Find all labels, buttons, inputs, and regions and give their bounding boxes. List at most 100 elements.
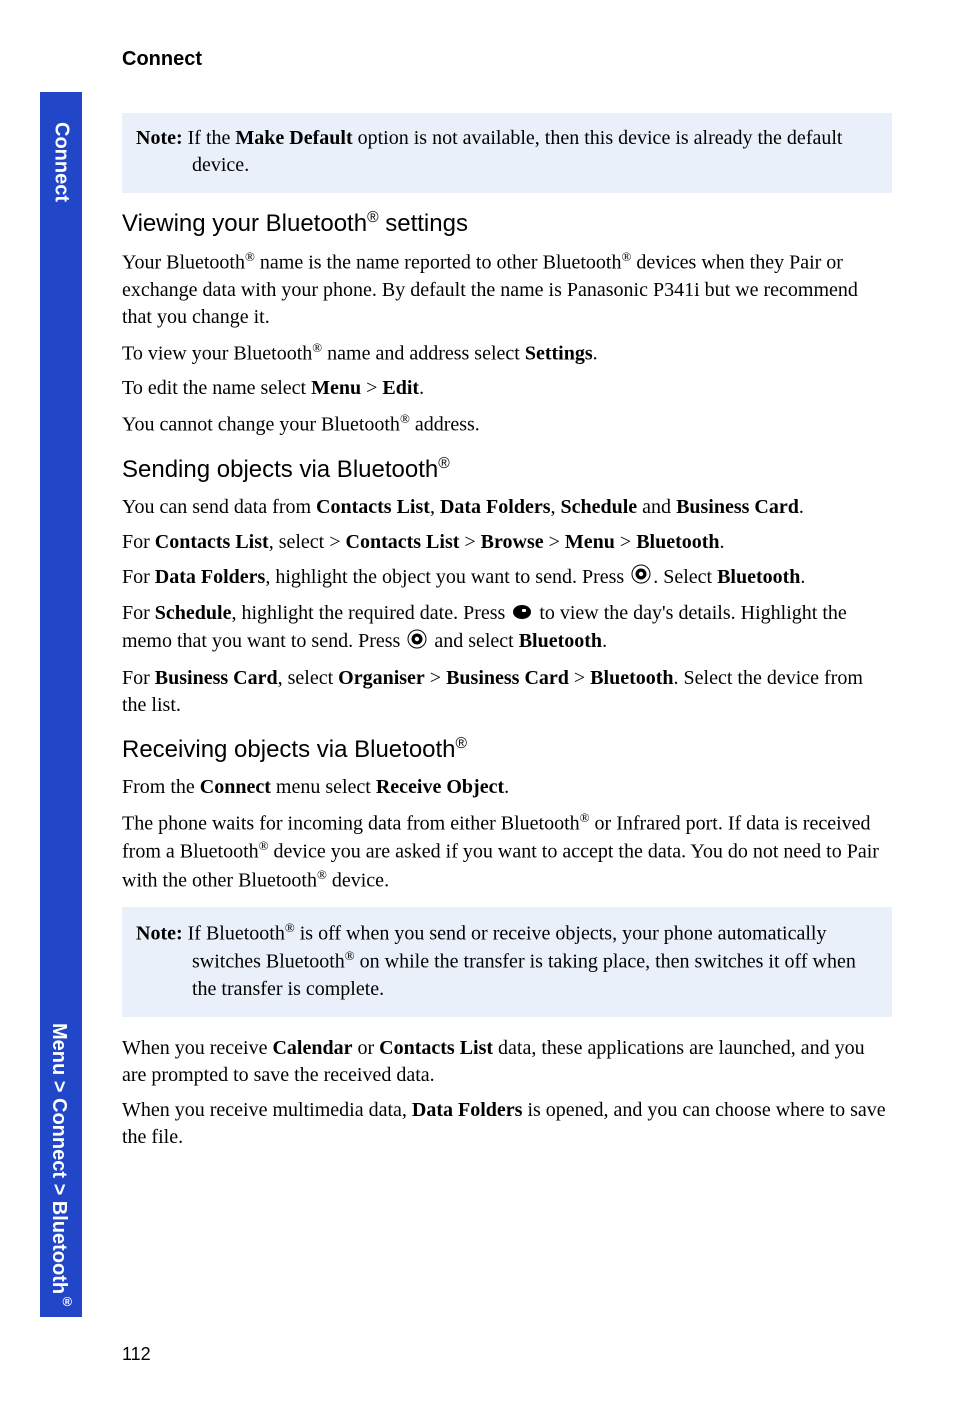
note-text: is off when you send or receive objects,… xyxy=(295,922,827,944)
text: . xyxy=(799,496,804,518)
text: device. xyxy=(327,870,389,892)
registered-mark: ® xyxy=(259,838,269,853)
bold-text: Data Folders xyxy=(155,566,266,588)
text: address. xyxy=(410,414,480,436)
text: or xyxy=(352,1037,379,1059)
heading-receiving-objects: Receiving objects via Bluetooth® xyxy=(122,735,892,764)
text: . xyxy=(720,531,725,553)
text: Your Bluetooth xyxy=(122,252,245,274)
bold-text: Menu xyxy=(311,377,361,399)
text: To edit the name select xyxy=(122,377,311,399)
heading-sending-objects: Sending objects via Bluetooth® xyxy=(122,455,892,484)
paragraph: For Business Card, select Organiser > Bu… xyxy=(122,665,892,719)
text: and select xyxy=(429,630,518,652)
text: You can send data from xyxy=(122,496,316,518)
bold-text: Receive Object xyxy=(376,776,504,798)
text: , select xyxy=(278,667,339,689)
paragraph: For Data Folders, highlight the object y… xyxy=(122,564,892,592)
note-text: device. xyxy=(136,152,878,179)
paragraph: From the Connect menu select Receive Obj… xyxy=(122,774,892,801)
text: > xyxy=(361,377,382,399)
bold-text: Contacts List xyxy=(346,531,460,553)
bold-text: Contacts List xyxy=(316,496,430,518)
text: , highlight the object you want to send.… xyxy=(265,566,629,588)
note-bluetooth-auto: Note: If Bluetooth® is off when you send… xyxy=(122,907,892,1017)
text: menu select xyxy=(271,776,376,798)
side-tab-bar: Connect Menu > Connect > Bluetooth® xyxy=(40,92,82,1317)
registered-mark: ® xyxy=(400,411,410,426)
text: You cannot change your Bluetooth xyxy=(122,414,400,436)
bold-text: Schedule xyxy=(155,602,232,624)
registered-mark: ® xyxy=(580,810,590,825)
bold-text: Bluetooth xyxy=(636,531,719,553)
bold-text: Calendar xyxy=(272,1037,352,1059)
text: name and address select xyxy=(322,342,525,364)
text: , select > xyxy=(269,531,346,553)
text: , highlight the required date. Press xyxy=(231,602,510,624)
paragraph: To view your Bluetooth® name and address… xyxy=(122,339,892,368)
heading-text: Viewing your Bluetooth xyxy=(122,210,367,237)
page-number: 112 xyxy=(122,1344,151,1365)
section-header: Connect xyxy=(122,48,892,71)
paragraph: You can send data from Contacts List, Da… xyxy=(122,494,892,521)
note-label: Note: xyxy=(136,127,183,149)
registered-mark: ® xyxy=(312,340,322,355)
registered-mark: ® xyxy=(345,948,355,963)
text: , xyxy=(430,496,440,518)
text: . xyxy=(419,377,424,399)
text: > xyxy=(569,667,590,689)
text: To view your Bluetooth xyxy=(122,342,312,364)
bold-text: Settings xyxy=(525,342,593,364)
bold-text: Contacts List xyxy=(379,1037,493,1059)
text: . xyxy=(800,566,805,588)
bold-text: Connect xyxy=(200,776,271,798)
breadcrumb-text: Menu > Connect > Bluetooth xyxy=(48,1023,70,1294)
registered-mark: ® xyxy=(438,455,450,472)
bold-text: Data Folders xyxy=(412,1099,523,1121)
text: When you receive multimedia data, xyxy=(122,1099,412,1121)
text: . xyxy=(602,630,607,652)
bold-text: Menu xyxy=(565,531,615,553)
text: For xyxy=(122,667,155,689)
text: > xyxy=(615,531,636,553)
text: > xyxy=(544,531,565,553)
heading-text: Sending objects via Bluetooth xyxy=(122,456,438,483)
text: > xyxy=(425,667,446,689)
text: , xyxy=(550,496,560,518)
nav-center-icon xyxy=(631,564,651,592)
heading-viewing-settings: Viewing your Bluetooth® settings xyxy=(122,209,892,238)
note-text: switches Bluetooth® on while the transfe… xyxy=(136,947,878,1003)
text: . xyxy=(593,342,598,364)
registered-mark: ® xyxy=(621,249,631,264)
paragraph: To edit the name select Menu > Edit. xyxy=(122,375,892,402)
bold-text: Business Card xyxy=(676,496,799,518)
paragraph: When you receive Calendar or Contacts Li… xyxy=(122,1035,892,1089)
side-tab-connect: Connect xyxy=(50,122,73,202)
bold-text: Business Card xyxy=(446,667,569,689)
registered-mark: ® xyxy=(60,1294,75,1309)
heading-text: settings xyxy=(379,210,468,237)
softkey-icon xyxy=(512,601,532,628)
paragraph: When you receive multimedia data, Data F… xyxy=(122,1097,892,1151)
paragraph: For Contacts List, select > Contacts Lis… xyxy=(122,529,892,556)
bold-text: Data Folders xyxy=(440,496,551,518)
text: name is the name reported to other Bluet… xyxy=(255,252,622,274)
text: When you receive xyxy=(122,1037,272,1059)
heading-text: Receiving objects via Bluetooth xyxy=(122,736,456,763)
bold-text: Contacts List xyxy=(155,531,269,553)
registered-mark: ® xyxy=(285,920,295,935)
registered-mark: ® xyxy=(456,735,468,752)
registered-mark: ® xyxy=(245,249,255,264)
bold-text: Browse xyxy=(481,531,544,553)
note-label: Note: xyxy=(136,922,183,944)
text: > xyxy=(459,531,480,553)
text: For xyxy=(122,531,155,553)
note-text: If Bluetooth xyxy=(183,922,285,944)
bold-text: Bluetooth xyxy=(590,667,673,689)
paragraph: You cannot change your Bluetooth® addres… xyxy=(122,410,892,439)
page-content: Connect Note: If the Make Default option… xyxy=(122,48,892,1159)
note-text: If the xyxy=(183,127,236,149)
side-tab-breadcrumb: Menu > Connect > Bluetooth® xyxy=(47,1023,75,1309)
text: . xyxy=(504,776,509,798)
bold-text: Bluetooth xyxy=(717,566,800,588)
